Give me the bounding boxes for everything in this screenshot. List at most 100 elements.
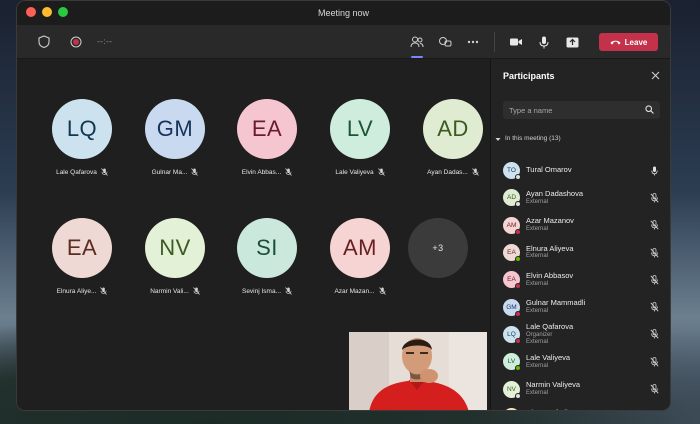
leave-button[interactable]: Leave [599, 33, 658, 51]
share-icon[interactable] [561, 31, 583, 53]
mic-off-icon[interactable] [648, 410, 660, 411]
avatar: NV [145, 218, 205, 278]
participant-name: Narmin Valiyeva [526, 380, 581, 390]
tile-name: Narmin Vali... [150, 287, 189, 295]
participant-name: Ayan Dadashova [526, 189, 583, 199]
tile-name: Lale Qafarova [56, 168, 97, 176]
participant-tile[interactable]: GM Gulnar Ma... [130, 99, 220, 181]
mic-off-icon[interactable] [648, 301, 660, 313]
avatar: NC [503, 407, 520, 410]
meeting-timer: --:-- [97, 37, 113, 46]
presence-status-icon [515, 174, 521, 181]
camera-icon[interactable] [505, 31, 527, 53]
participant-row[interactable]: EA Elnura Aliyeva External [491, 239, 670, 266]
mic-off-icon [192, 282, 200, 300]
participant-name: Nigar Cafarli [526, 408, 648, 410]
meeting-window: Meeting now --:-- Leave LQ Lale Qafarova… [16, 0, 671, 411]
participant-role-secondary: External [526, 338, 549, 345]
tile-name: Elnura Aliye... [56, 287, 97, 295]
participant-row[interactable]: TO Tural Omarov [491, 157, 670, 184]
participant-tile[interactable]: LV Lale Valiyeva [315, 99, 405, 181]
shield-icon[interactable] [33, 31, 55, 53]
mic-off-icon[interactable] [648, 383, 660, 395]
video-stage: LQ Lale Qafarova GM Gulnar Ma... EA Elvin Abb… [17, 59, 489, 410]
mic-off-icon[interactable] [648, 247, 660, 259]
mic-off-icon[interactable] [648, 219, 660, 231]
presence-status-icon [515, 283, 521, 290]
mic-icon[interactable] [648, 165, 660, 177]
participant-row[interactable]: LV Lale Valiyeva External [491, 348, 670, 375]
participant-tile[interactable]: AM Azar Mazan... [315, 218, 405, 300]
participant-row[interactable]: GM Gulnar Mammadli External [491, 293, 670, 320]
participant-tile[interactable]: AD Ayan Dadas... [408, 99, 498, 181]
participants-panel: Participants In this meeting (13) TO Tura… [490, 59, 670, 411]
participant-row[interactable]: AD Ayan Dadashova External [491, 184, 670, 211]
avatar: SI [237, 218, 297, 278]
people-icon[interactable] [406, 31, 428, 58]
avatar: NV [503, 380, 521, 399]
avatar-initials: AD [506, 194, 517, 202]
mic-off-icon [377, 163, 385, 181]
participant-row[interactable]: NV Narmin Valiyeva External [491, 375, 670, 402]
presence-status-icon [515, 201, 521, 208]
window-controls [26, 7, 68, 17]
title-bar: Meeting now [17, 1, 670, 25]
more-participants-tile[interactable]: +3 [393, 218, 483, 278]
participant-role: External [526, 198, 549, 205]
window-maximize-button[interactable] [58, 7, 68, 17]
participant-role: External [526, 389, 549, 396]
avatar-initials: NV [506, 385, 517, 393]
participant-name: Azar Mazanov [526, 216, 574, 226]
avatar: AD [423, 99, 483, 159]
more-icon[interactable] [462, 31, 484, 53]
tile-name: Gulnar Ma... [151, 168, 188, 176]
participant-role: External [526, 226, 549, 233]
search-input[interactable] [509, 105, 629, 115]
mic-off-icon[interactable] [648, 328, 660, 340]
participant-tile[interactable]: LQ Lale Qafarova [37, 99, 127, 181]
chat-icon[interactable] [434, 31, 456, 53]
mic-off-icon[interactable] [648, 192, 660, 204]
mic-off-icon[interactable] [648, 274, 660, 286]
avatar: TO [503, 162, 521, 181]
chevron-down-icon [495, 129, 501, 147]
avatar: LV [330, 99, 390, 159]
participant-name: Lale Valiyeva [526, 352, 571, 362]
mic-icon[interactable] [533, 31, 555, 53]
participant-row[interactable]: LQ Lale Qafarova Organizer External [491, 321, 670, 348]
avatar-initials: LV [507, 358, 516, 366]
mic-off-icon [191, 163, 199, 181]
participant-tile[interactable]: NV Narmin Vali... [130, 218, 220, 300]
self-video-preview[interactable] [349, 332, 487, 410]
avatar: EA [52, 218, 112, 278]
participant-tile[interactable]: EA Elnura Aliye... [37, 218, 127, 300]
presence-status-icon [515, 256, 521, 263]
participant-tile[interactable]: SI Sevinj Isma... [222, 218, 312, 300]
mic-off-icon[interactable] [648, 356, 660, 368]
tile-name: Elvin Abbas... [241, 168, 282, 176]
window-minimize-button[interactable] [42, 7, 52, 17]
avatar: EA [503, 244, 521, 263]
close-icon[interactable] [651, 67, 660, 85]
avatar: AM [330, 218, 390, 278]
avatar-initials: TO [507, 167, 516, 175]
avatar: LQ [503, 325, 521, 344]
in-meeting-section-toggle[interactable]: In this meeting (13) [495, 129, 670, 147]
window-close-button[interactable] [26, 7, 36, 17]
participant-list: TO Tural Omarov AD Ayan Dadashova External AM… [491, 157, 670, 411]
presence-status-icon [515, 392, 521, 399]
avatar-initials: GM [506, 303, 517, 311]
mic-off-icon [378, 282, 386, 300]
participant-role: External [526, 253, 549, 260]
mic-off-icon [285, 282, 292, 300]
participant-name: Lale Qafarova [526, 322, 574, 332]
participant-row[interactable]: AM Azar Mazanov External [491, 212, 670, 239]
avatar: EA [237, 99, 297, 159]
more-participants-count: +3 [408, 218, 468, 278]
participant-row[interactable]: EA Elvin Abbasov External [491, 266, 670, 293]
search-icon[interactable] [645, 101, 654, 119]
record-icon[interactable] [65, 31, 87, 53]
participant-row[interactable]: NCNigar CafarliExternal [491, 403, 670, 411]
participant-tile[interactable]: EA Elvin Abbas... [222, 99, 312, 181]
participant-role: External [526, 280, 549, 287]
